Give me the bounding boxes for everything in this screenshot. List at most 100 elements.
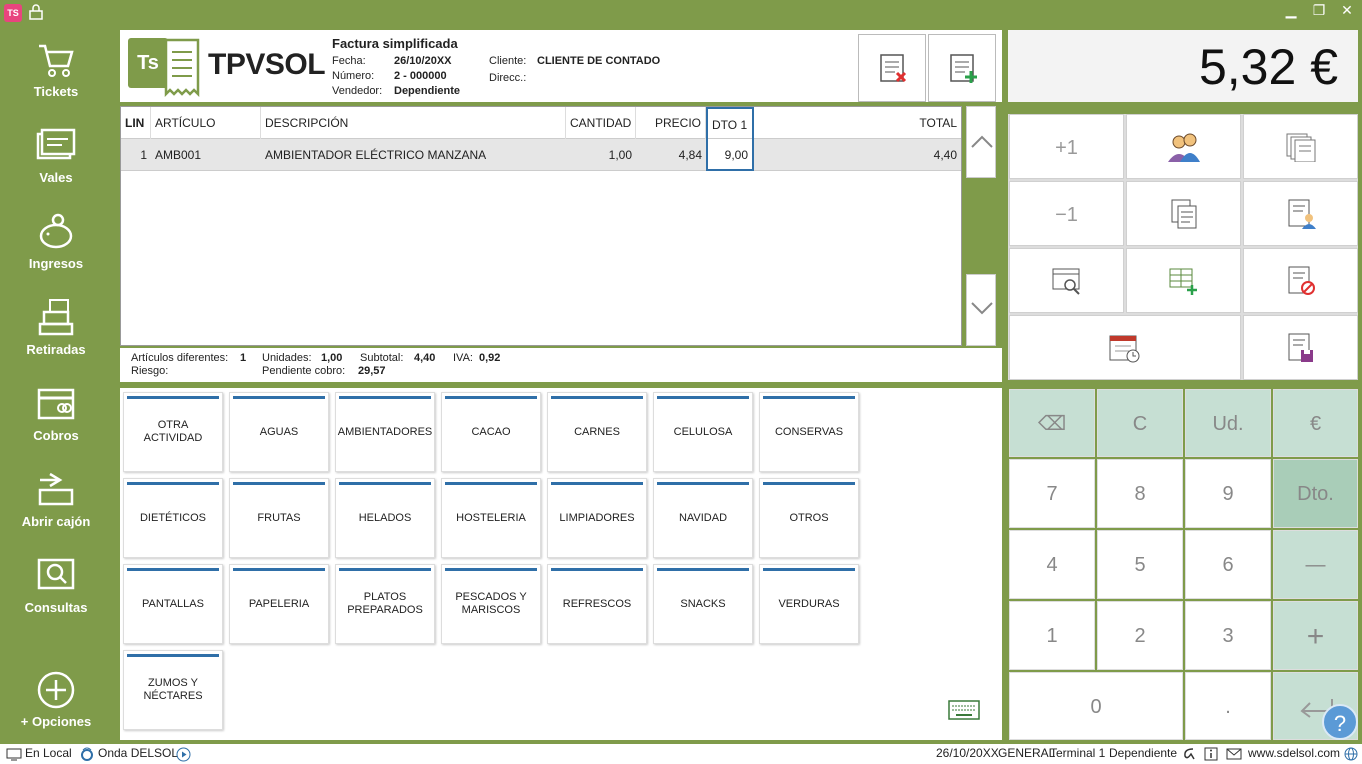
- family-button[interactable]: PESCADOS Y MARISCOS: [441, 564, 541, 644]
- chevron-up-icon: [971, 135, 993, 148]
- key-3[interactable]: 3: [1185, 601, 1271, 670]
- sidebar-item-consultas[interactable]: Consultas: [0, 556, 112, 636]
- alpha-icon[interactable]: [1182, 747, 1196, 761]
- help-button[interactable]: ?: [1322, 704, 1358, 740]
- family-button[interactable]: REFRESCOS: [547, 564, 647, 644]
- family-button[interactable]: CELULOSA: [653, 392, 753, 472]
- families-panel: OTRA ACTIVIDAD AGUAS AMBIENTADORES CACAO…: [120, 388, 1116, 740]
- minimize-button[interactable]: ▁: [1276, 0, 1306, 22]
- delete-ticket-button[interactable]: [858, 34, 926, 102]
- family-button[interactable]: NAVIDAD: [653, 478, 753, 558]
- restore-button[interactable]: ❐: [1304, 0, 1334, 22]
- family-button[interactable]: PAPELERIA: [229, 564, 329, 644]
- unidades-value: 1,00: [321, 352, 343, 364]
- family-button[interactable]: VERDURAS: [759, 564, 859, 644]
- minus-key[interactable]: —: [1273, 530, 1358, 599]
- mail-icon[interactable]: [1226, 748, 1242, 760]
- family-button[interactable]: OTRA ACTIVIDAD: [123, 392, 223, 472]
- family-button[interactable]: PANTALLAS: [123, 564, 223, 644]
- key-6[interactable]: 6: [1185, 530, 1271, 599]
- ticket-lines-table: LIN ARTÍCULO DESCRIPCIÓN CANTIDAD PRECIO…: [120, 106, 962, 346]
- plus-one-button[interactable]: +1: [1009, 114, 1124, 179]
- family-button[interactable]: OTROS: [759, 478, 859, 558]
- family-button[interactable]: DIETÉTICOS: [123, 478, 223, 558]
- col-lin[interactable]: LIN: [121, 107, 151, 139]
- keyboard-icon[interactable]: [948, 700, 980, 720]
- col-cantidad[interactable]: CANTIDAD: [566, 107, 636, 139]
- col-dto[interactable]: DTO 1: [706, 107, 754, 139]
- delete-document-icon: [880, 54, 907, 83]
- sidebar-item-cobros[interactable]: Cobros: [0, 384, 112, 464]
- family-button[interactable]: FRUTAS: [229, 478, 329, 558]
- table-header: LIN ARTÍCULO DESCRIPCIÓN CANTIDAD PRECIO…: [121, 107, 961, 139]
- discount-key[interactable]: Dto.: [1273, 459, 1358, 528]
- family-button[interactable]: HOSTELERIA: [441, 478, 541, 558]
- units-key[interactable]: Ud.: [1185, 389, 1271, 457]
- minus-one-label: −1: [1055, 204, 1078, 226]
- sidebar-item-ingresos[interactable]: Ingresos: [0, 212, 112, 292]
- globe-icon[interactable]: [1344, 747, 1358, 761]
- tickets-list-button[interactable]: [1243, 114, 1358, 179]
- col-descripcion[interactable]: DESCRIPCIÓN: [261, 107, 566, 139]
- family-button[interactable]: LIMPIADORES: [547, 478, 647, 558]
- copy-ticket-button[interactable]: [1126, 181, 1241, 246]
- family-button[interactable]: AMBIENTADORES: [335, 392, 435, 472]
- save-document-icon: [1288, 333, 1313, 362]
- euro-key[interactable]: €: [1273, 389, 1358, 457]
- sidebar-item-abrir-cajon[interactable]: Abrir cajón: [0, 470, 112, 550]
- play-icon[interactable]: [176, 747, 191, 762]
- sidebar-item-opciones[interactable]: + Opciones: [0, 670, 112, 750]
- radio-icon: [81, 747, 93, 761]
- key-0[interactable]: 0: [1009, 672, 1183, 740]
- key-2[interactable]: 2: [1097, 601, 1183, 670]
- fecha-label: Fecha:: [332, 55, 366, 67]
- cancel-ticket-button[interactable]: [1243, 248, 1358, 313]
- status-radio[interactable]: Onda DELSOL: [98, 746, 178, 760]
- family-button[interactable]: CACAO: [441, 392, 541, 472]
- customers-button[interactable]: [1126, 114, 1241, 179]
- scroll-up-button[interactable]: [966, 106, 996, 178]
- plus-key[interactable]: +: [1273, 601, 1358, 670]
- col-articulo[interactable]: ARTÍCULO: [151, 107, 261, 139]
- key-4[interactable]: 4: [1009, 530, 1095, 599]
- col-precio[interactable]: PRECIO: [636, 107, 706, 139]
- key-8[interactable]: 8: [1097, 459, 1183, 528]
- family-button[interactable]: CARNES: [547, 392, 647, 472]
- assign-customer-button[interactable]: [1243, 181, 1358, 246]
- vendedor-value[interactable]: Dependiente: [394, 85, 460, 97]
- backspace-key[interactable]: ⌫: [1009, 389, 1095, 457]
- status-website[interactable]: www.sdelsol.com: [1248, 746, 1340, 760]
- table-row[interactable]: 1 AMB001 AMBIENTADOR ELÉCTRICO MANZANA 1…: [121, 139, 961, 171]
- users-icon: [1167, 133, 1200, 162]
- logo-receipt-icon: [164, 38, 200, 98]
- key-1[interactable]: 1: [1009, 601, 1095, 670]
- key-9[interactable]: 9: [1185, 459, 1271, 528]
- direccion-label: Direcc.:: [489, 72, 527, 84]
- info-icon[interactable]: [1204, 747, 1218, 761]
- family-button[interactable]: AGUAS: [229, 392, 329, 472]
- clear-key[interactable]: C: [1097, 389, 1183, 457]
- family-button[interactable]: ZUMOS Y NÉCTARES: [123, 650, 223, 730]
- sidebar-item-retiradas[interactable]: Retiradas: [0, 298, 112, 378]
- add-line-button[interactable]: [1126, 248, 1241, 313]
- family-button[interactable]: HELADOS: [335, 478, 435, 558]
- cell-articulo: AMB001: [155, 148, 202, 162]
- key-7[interactable]: 7: [1009, 459, 1095, 528]
- family-button[interactable]: SNACKS: [653, 564, 753, 644]
- col-total[interactable]: TOTAL: [754, 107, 961, 139]
- key-5[interactable]: 5: [1097, 530, 1183, 599]
- cell-dto[interactable]: 9,00: [706, 139, 754, 171]
- family-button[interactable]: CONSERVAS: [759, 392, 859, 472]
- new-ticket-button[interactable]: [928, 34, 996, 102]
- minus-one-button[interactable]: −1: [1009, 181, 1124, 246]
- decimal-key[interactable]: .: [1185, 672, 1271, 740]
- save-ticket-button[interactable]: [1243, 315, 1358, 380]
- sidebar-item-tickets[interactable]: Tickets: [0, 40, 112, 120]
- sidebar-item-vales[interactable]: Vales: [0, 126, 112, 206]
- search-item-button[interactable]: [1009, 248, 1124, 313]
- calendar-button[interactable]: [1009, 315, 1241, 380]
- scroll-down-button[interactable]: [966, 274, 996, 346]
- family-button[interactable]: PLATOS PREPARADOS: [335, 564, 435, 644]
- close-button[interactable]: ✕: [1332, 0, 1362, 22]
- cliente-value[interactable]: CLIENTE DE CONTADO: [537, 55, 660, 67]
